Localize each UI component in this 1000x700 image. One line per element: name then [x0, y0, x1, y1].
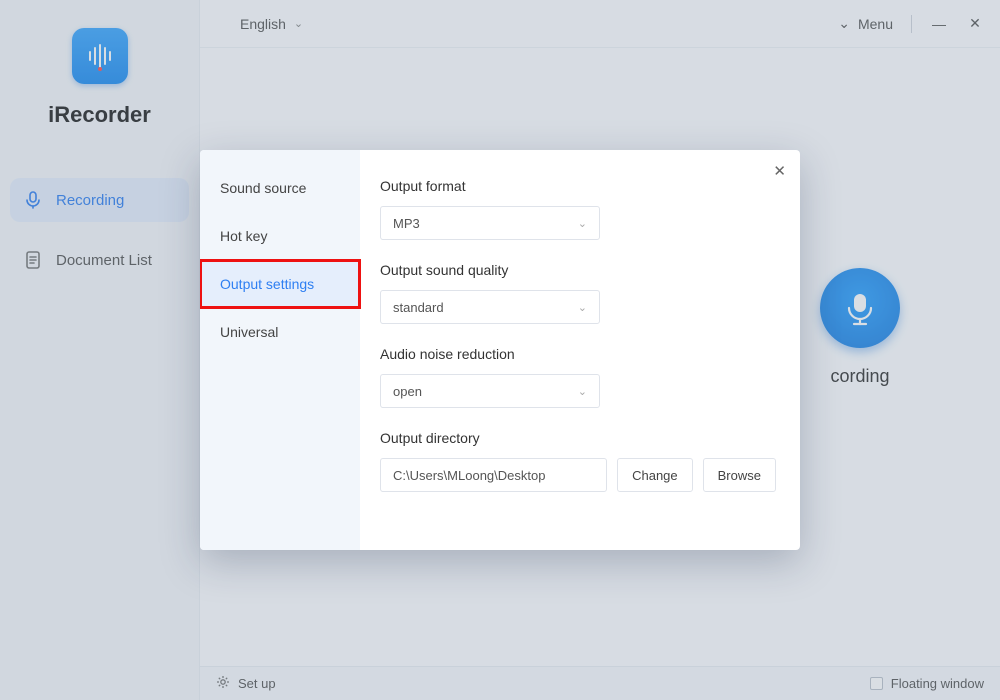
settings-modal-sidebar: Sound source Hot key Output settings Uni… [200, 150, 360, 550]
separator [911, 15, 912, 33]
sidebar-item-label: Document List [56, 252, 152, 269]
checkbox-icon [870, 677, 883, 690]
change-button[interactable]: Change [617, 458, 693, 492]
output-directory-value: C:\Users\MLoong\Desktop [393, 468, 545, 483]
floating-window-toggle[interactable]: Floating window [870, 676, 984, 691]
output-quality-label: Output sound quality [380, 262, 776, 278]
select-value: MP3 [393, 216, 420, 231]
chevron-down-icon: ⌄ [838, 15, 850, 32]
tab-output-settings[interactable]: Output settings [200, 260, 360, 308]
chevron-down-icon: ⌄ [294, 17, 303, 30]
tab-hot-key[interactable]: Hot key [200, 212, 360, 260]
output-format-label: Output format [380, 178, 776, 194]
button-label: Change [632, 468, 678, 483]
sidebar-item-recording[interactable]: Recording [10, 178, 189, 222]
output-directory-label: Output directory [380, 430, 776, 446]
start-recording-button[interactable] [820, 268, 900, 348]
select-value: standard [393, 300, 444, 315]
setup-label: Set up [238, 676, 276, 691]
browse-button[interactable]: Browse [703, 458, 776, 492]
button-label: Browse [718, 468, 761, 483]
chevron-down-icon: ⌄ [578, 217, 587, 230]
sidebar-item-label: Recording [56, 192, 124, 209]
noise-reduction-select[interactable]: open ⌄ [380, 374, 600, 408]
tab-sound-source[interactable]: Sound source [200, 164, 360, 212]
chevron-down-icon: ⌄ [578, 301, 587, 314]
output-directory-input[interactable]: C:\Users\MLoong\Desktop [380, 458, 607, 492]
chevron-down-icon: ⌄ [578, 385, 587, 398]
document-icon [24, 251, 42, 269]
settings-modal: Sound source Hot key Output settings Uni… [200, 150, 800, 550]
gear-icon [216, 675, 230, 692]
tab-label: Output settings [220, 276, 314, 292]
tab-label: Sound source [220, 180, 306, 196]
microphone-icon [840, 288, 880, 328]
output-quality-select[interactable]: standard ⌄ [380, 290, 600, 324]
select-value: open [393, 384, 422, 399]
tab-label: Hot key [220, 228, 267, 244]
topbar: English ⌄ ⌄ Menu — ✕ [200, 0, 1000, 48]
minimize-button[interactable]: — [930, 16, 948, 32]
close-button[interactable]: ✕ [966, 15, 984, 32]
microphone-icon [24, 191, 42, 209]
sidebar-item-document-list[interactable]: Document List [10, 238, 189, 282]
modal-close-button[interactable]: ✕ [773, 162, 786, 180]
menu-dropdown[interactable]: ⌄ Menu [838, 15, 893, 32]
noise-reduction-label: Audio noise reduction [380, 346, 776, 362]
sidebar: iRecorder Recording Document List [0, 0, 200, 700]
app-name: iRecorder [0, 102, 199, 128]
app-logo [72, 28, 128, 84]
floating-window-label: Floating window [891, 676, 984, 691]
waveform-icon [83, 39, 117, 73]
language-selector[interactable]: English ⌄ [240, 16, 303, 32]
setup-button[interactable]: Set up [216, 675, 276, 692]
tab-universal[interactable]: Universal [200, 308, 360, 356]
settings-modal-body: ✕ Output format MP3 ⌄ Output sound quali… [360, 150, 800, 550]
menu-label: Menu [858, 16, 893, 32]
tab-label: Universal [220, 324, 278, 340]
start-recording-label: cording [820, 366, 900, 387]
language-label: English [240, 16, 286, 32]
bottombar: Set up Floating window [200, 666, 1000, 700]
output-format-select[interactable]: MP3 ⌄ [380, 206, 600, 240]
